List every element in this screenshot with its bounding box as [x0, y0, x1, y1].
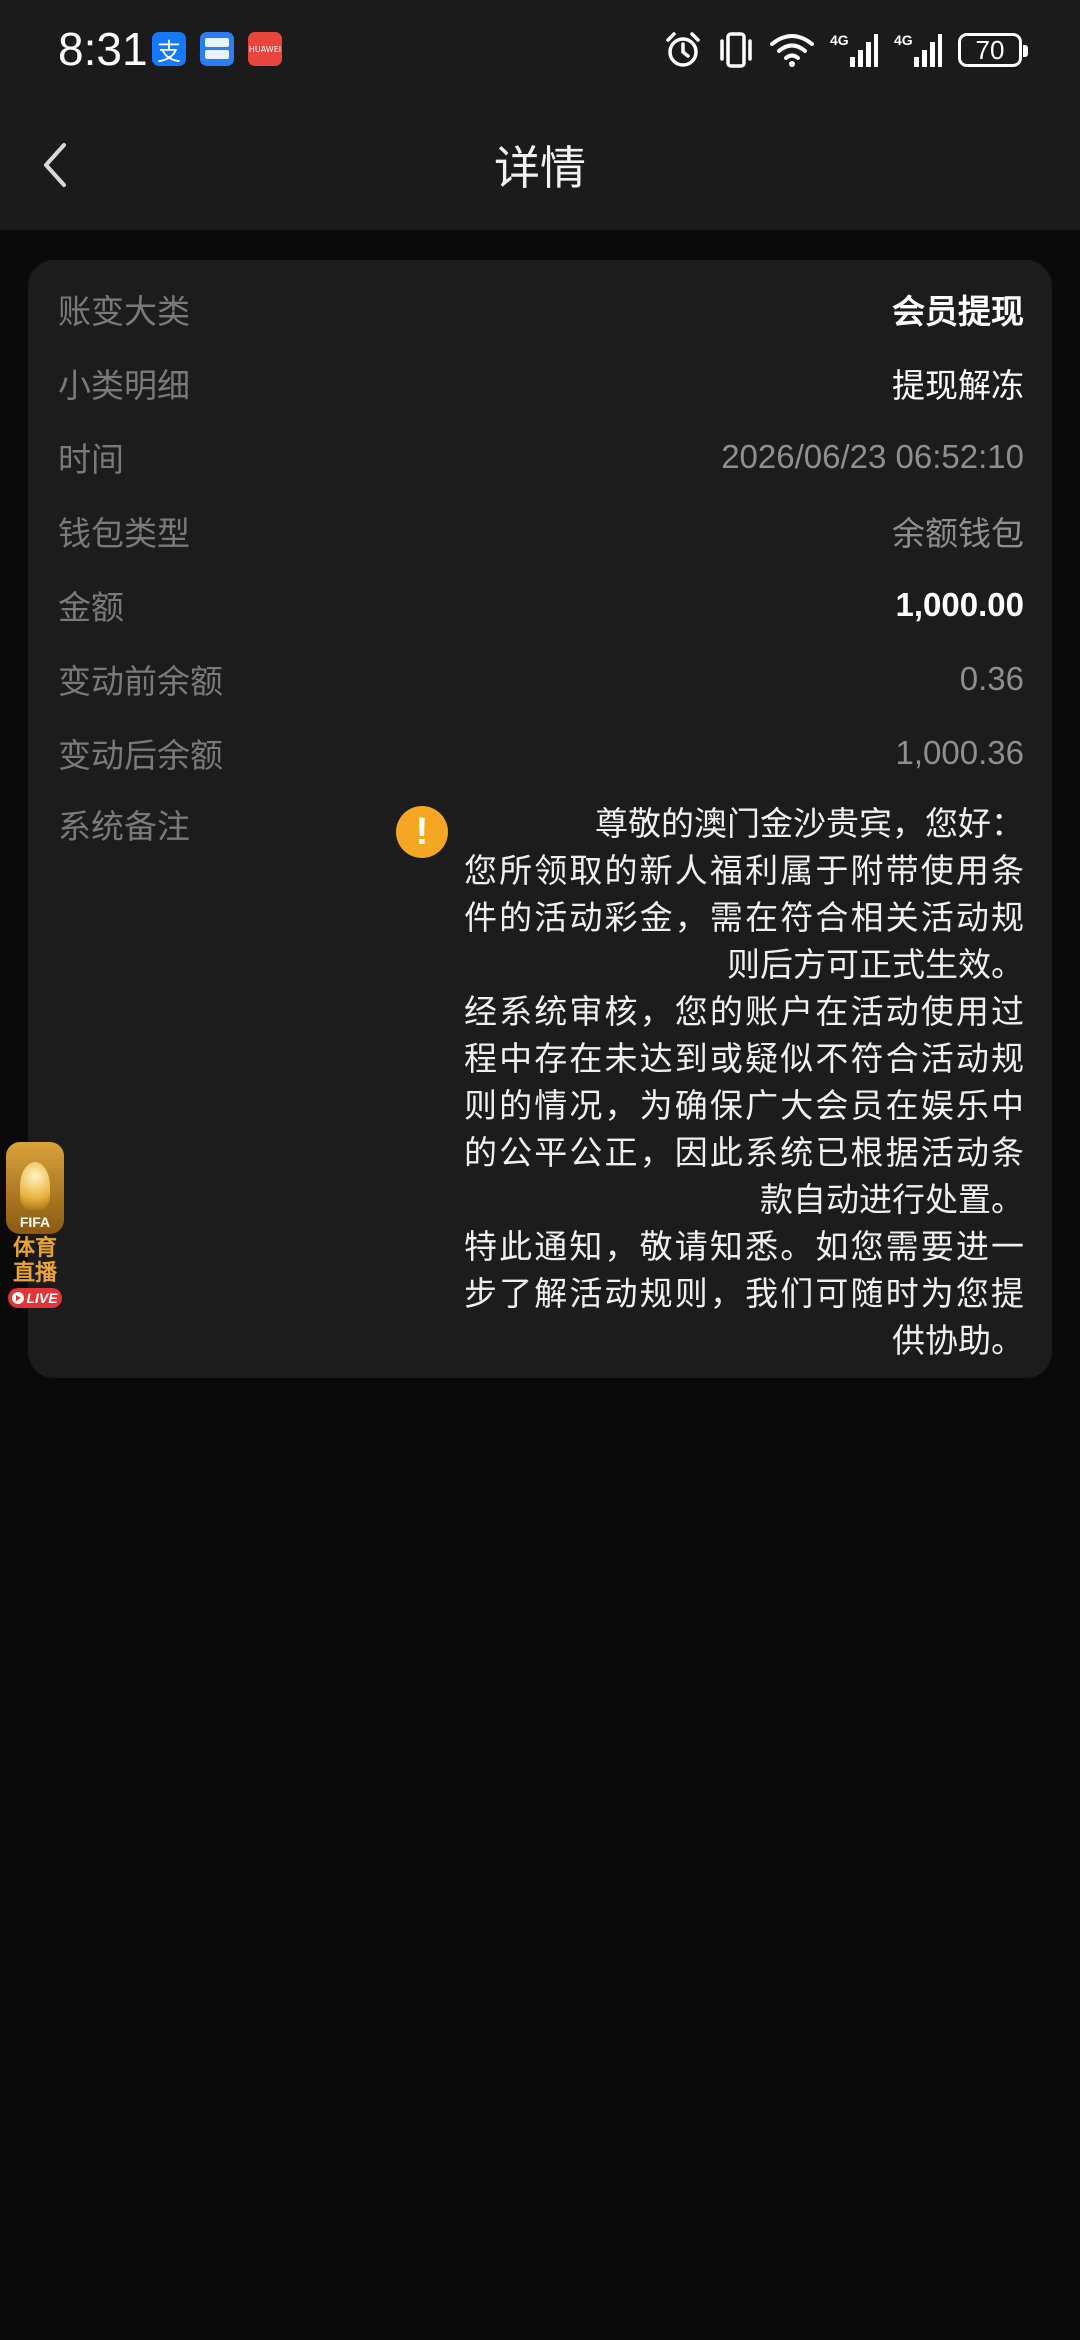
row-value: 余额钱包: [892, 514, 1024, 553]
remark-label: 系统备注: [58, 807, 190, 846]
detail-card: 账变大类 会员提现 小类明细 提现解冻 时间 2026/06/23 06:52:…: [28, 260, 1052, 1378]
row-label: 账变大类: [58, 292, 190, 331]
alipay-icon: 支: [152, 32, 186, 66]
row-value: 2026/06/23 06:52:10: [721, 438, 1024, 475]
detail-row-amount: 金额 1,000.00: [58, 575, 1024, 635]
detail-row-balance-after: 变动后余额 1,000.36: [58, 723, 1024, 783]
remark-line: 程中存在未达到或疑似不符合活动规: [464, 1039, 1024, 1078]
svg-text:4G: 4G: [894, 32, 913, 48]
detail-row-balance-before: 变动前余额 0.36: [58, 649, 1024, 709]
system-remark: 尊敬的澳门金沙贵宾，您好： 您所领取的新人福利属于附带使用条 件的活动彩金，需在…: [464, 800, 1024, 1364]
row-value: 1,000.00: [895, 586, 1024, 623]
row-label: 时间: [58, 440, 124, 479]
remark-line: 特此通知，敬请知悉。如您需要进一: [464, 1227, 1024, 1266]
remark-line: 款自动进行处置。: [760, 1180, 1024, 1219]
remark-line: 则后方可正式生效。: [727, 945, 1024, 984]
wifi-icon: [770, 32, 814, 68]
sports-live-floating-button[interactable]: FIFA 体育 直播 LIVE: [4, 1142, 66, 1312]
trophy-icon: FIFA: [6, 1142, 64, 1234]
remark-line: 经系统审核，您的账户在活动使用过: [464, 992, 1024, 1031]
app-notification-icon: [200, 32, 234, 66]
sports-live-label: 体育 直播: [12, 1236, 57, 1286]
fifa-label: FIFA: [19, 1214, 51, 1230]
row-label: 小类明细: [58, 366, 190, 405]
remark-line: 件的活动彩金，需在符合相关活动规: [464, 898, 1024, 937]
detail-row-category: 账变大类 会员提现: [58, 279, 1024, 339]
remark-line: 步了解活动规则，我们可随时为您提: [464, 1274, 1024, 1313]
status-bar: 8:31 支 HUAWEI 4G 4G 70: [0, 0, 1080, 100]
header-bar: 详情: [0, 100, 1080, 230]
page-title: 详情: [494, 141, 586, 195]
remark-line: 供协助。: [892, 1321, 1024, 1360]
huawei-icon: HUAWEI: [248, 32, 282, 66]
warning-icon: !: [396, 806, 448, 858]
row-label: 变动后余额: [58, 736, 223, 775]
vibrate-icon: [718, 31, 754, 69]
live-tag: LIVE: [8, 1288, 62, 1308]
row-value: 会员提现: [892, 292, 1024, 331]
remark-line: 则的情况，为确保广大会员在娱乐中: [464, 1086, 1024, 1125]
signal-4g-icon: 4G: [894, 31, 942, 69]
row-label: 金额: [58, 588, 124, 627]
battery-indicator: 70: [958, 33, 1028, 67]
detail-row-wallet-type: 钱包类型 余额钱包: [58, 501, 1024, 561]
remark-line: 您所领取的新人福利属于附带使用条: [464, 851, 1024, 890]
remark-line: 尊敬的澳门金沙贵宾，您好：: [595, 804, 1024, 843]
remark-line: 的公平公正，因此系统已根据活动条: [464, 1133, 1024, 1172]
row-label: 变动前余额: [58, 662, 223, 701]
row-value: 0.36: [959, 660, 1024, 697]
status-time: 8:31: [58, 23, 148, 75]
row-value: 1,000.36: [895, 734, 1024, 771]
svg-text:4G: 4G: [830, 32, 849, 48]
detail-row-subcategory: 小类明细 提现解冻: [58, 353, 1024, 413]
alarm-icon: [664, 31, 702, 69]
play-icon: [12, 1292, 25, 1304]
row-value: 提现解冻: [892, 366, 1024, 405]
detail-row-time: 时间 2026/06/23 06:52:10: [58, 427, 1024, 487]
system-icons: 4G 4G 70: [664, 28, 1028, 72]
signal-4g-icon: 4G: [830, 31, 878, 69]
row-label: 钱包类型: [58, 514, 190, 553]
